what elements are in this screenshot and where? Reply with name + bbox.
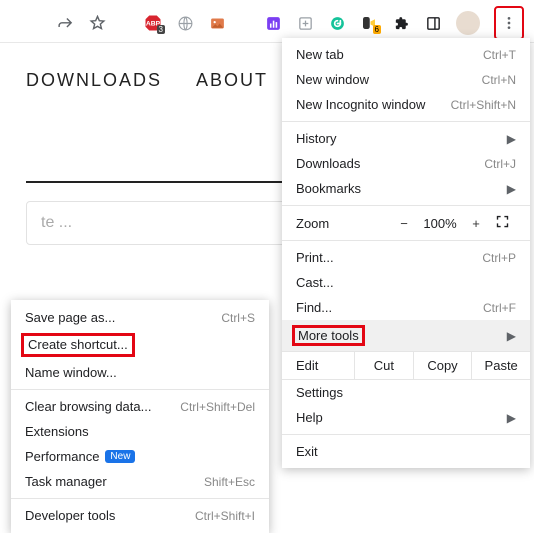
zoom-in-button[interactable]: +	[464, 216, 488, 231]
shortcut-hint: Ctrl+N	[482, 73, 516, 87]
globe-icon[interactable]	[176, 14, 194, 32]
menu-label: Print...	[296, 250, 334, 265]
profile-avatar[interactable]	[456, 11, 480, 35]
copy-button[interactable]: Copy	[413, 352, 472, 379]
menu-find[interactable]: Find... Ctrl+F	[282, 295, 530, 320]
menu-label: Downloads	[296, 156, 360, 171]
grammarly-icon[interactable]	[328, 14, 346, 32]
chevron-right-icon: ▶	[507, 329, 516, 343]
menu-help[interactable]: Help ▶	[282, 405, 530, 430]
fullscreen-button[interactable]	[488, 214, 516, 232]
menu-settings[interactable]: Settings	[282, 380, 530, 405]
chevron-right-icon: ▶	[507, 132, 516, 146]
submenu-clear-data[interactable]: Clear browsing data... Ctrl+Shift+Del	[11, 394, 269, 419]
browser-toolbar: ABP 3 6	[0, 0, 534, 43]
kebab-menu-highlight	[494, 6, 524, 40]
extensions-puzzle-icon[interactable]	[392, 14, 410, 32]
shortcut-hint: Ctrl+F	[483, 301, 516, 315]
shortcut-hint: Shift+Esc	[204, 475, 255, 489]
nav-downloads[interactable]: DOWNLOADS	[26, 70, 162, 91]
submenu-label: Save page as...	[25, 310, 115, 325]
submenu-developer-tools[interactable]: Developer tools Ctrl+Shift+I	[11, 503, 269, 528]
submenu-task-manager[interactable]: Task manager Shift+Esc	[11, 469, 269, 494]
edit-label: Edit	[282, 352, 354, 379]
chevron-right-icon: ▶	[507, 182, 516, 196]
submenu-label: Create shortcut...	[28, 337, 128, 352]
menu-label: Help	[296, 410, 323, 425]
submenu-label: Name window...	[25, 365, 117, 380]
submenu-label: Clear browsing data...	[25, 399, 151, 414]
bookmark-star-icon[interactable]	[88, 14, 106, 32]
zoom-percent: 100%	[416, 216, 464, 231]
menu-more-tools[interactable]: More tools ▶	[282, 320, 530, 351]
picture-icon[interactable]	[208, 14, 226, 32]
page-divider	[26, 181, 284, 183]
shortcut-hint: Ctrl+Shift+Del	[180, 400, 255, 414]
video-download-icon[interactable]: 6	[360, 14, 378, 32]
menu-label: New tab	[296, 47, 344, 62]
video-badge: 6	[373, 25, 381, 34]
shortcut-hint: Ctrl+Shift+I	[195, 509, 255, 523]
menu-zoom-row: Zoom − 100% +	[282, 210, 530, 236]
adblock-badge: 3	[157, 25, 165, 34]
add-extension-icon[interactable]	[296, 14, 314, 32]
share-icon[interactable]	[56, 14, 74, 32]
shortcut-hint: Ctrl+S	[221, 311, 255, 325]
menu-print[interactable]: Print... Ctrl+P	[282, 245, 530, 270]
menu-edit-row: Edit Cut Copy Paste	[282, 351, 530, 380]
submenu-save-page[interactable]: Save page as... Ctrl+S	[11, 305, 269, 330]
shortcut-hint: Ctrl+Shift+N	[451, 98, 516, 112]
shortcut-hint: Ctrl+T	[483, 48, 516, 62]
new-badge: New	[105, 450, 135, 463]
more-tools-submenu: Save page as... Ctrl+S Create shortcut..…	[11, 300, 269, 533]
page-input[interactable]: te ...	[26, 201, 296, 245]
menu-label: Exit	[296, 444, 318, 459]
shortcut-hint: Ctrl+J	[484, 157, 516, 171]
menu-label: Bookmarks	[296, 181, 361, 196]
menu-label: New Incognito window	[296, 97, 425, 112]
menu-bookmarks[interactable]: Bookmarks ▶	[282, 176, 530, 201]
zoom-label: Zoom	[296, 216, 346, 231]
menu-label: Find...	[296, 300, 332, 315]
paste-button[interactable]: Paste	[471, 352, 530, 379]
nav-about[interactable]: ABOUT	[196, 70, 268, 91]
submenu-create-shortcut[interactable]: Create shortcut...	[11, 330, 269, 360]
shortcut-hint: Ctrl+P	[482, 251, 516, 265]
zoom-out-button[interactable]: −	[392, 216, 416, 231]
menu-downloads[interactable]: Downloads Ctrl+J	[282, 151, 530, 176]
cut-button[interactable]: Cut	[354, 352, 413, 379]
menu-new-tab[interactable]: New tab Ctrl+T	[282, 42, 530, 67]
submenu-performance[interactable]: Performance New	[11, 444, 269, 469]
submenu-name-window[interactable]: Name window...	[11, 360, 269, 385]
menu-history[interactable]: History ▶	[282, 126, 530, 151]
menu-incognito[interactable]: New Incognito window Ctrl+Shift+N	[282, 92, 530, 117]
menu-new-window[interactable]: New window Ctrl+N	[282, 67, 530, 92]
menu-cast[interactable]: Cast...	[282, 270, 530, 295]
submenu-label: Extensions	[25, 424, 89, 439]
menu-exit[interactable]: Exit	[282, 439, 530, 464]
highlight-box: More tools	[292, 325, 365, 346]
menu-label: History	[296, 131, 336, 146]
menu-label: Settings	[296, 385, 343, 400]
submenu-extensions[interactable]: Extensions	[11, 419, 269, 444]
submenu-label: Task manager	[25, 474, 107, 489]
analytics-icon[interactable]	[264, 14, 282, 32]
menu-label: Cast...	[296, 275, 334, 290]
menu-label: New window	[296, 72, 369, 87]
chevron-right-icon: ▶	[507, 411, 516, 425]
kebab-menu-icon[interactable]	[500, 14, 518, 32]
submenu-label: Developer tools	[25, 508, 115, 523]
chrome-main-menu: New tab Ctrl+T New window Ctrl+N New Inc…	[282, 38, 530, 468]
menu-label: More tools	[298, 328, 359, 343]
highlight-box: Create shortcut...	[21, 333, 135, 357]
adblock-icon[interactable]: ABP 3	[144, 14, 162, 32]
submenu-label: Performance	[25, 449, 99, 464]
sidepanel-icon[interactable]	[424, 14, 442, 32]
